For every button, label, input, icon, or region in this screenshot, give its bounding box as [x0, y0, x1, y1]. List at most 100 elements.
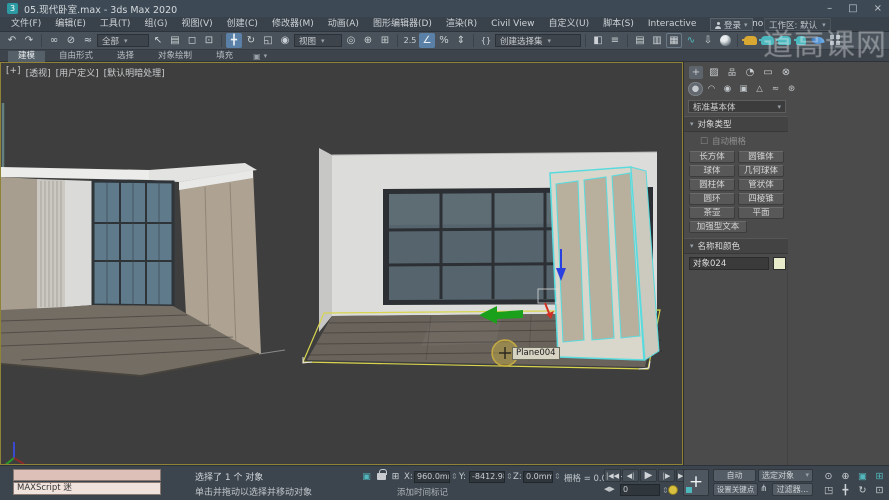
render-iterative-icon[interactable]: [793, 33, 809, 48]
maximize-viewport-toggle-icon[interactable]: ⊡: [871, 483, 888, 497]
menu-create[interactable]: 创建(C): [220, 17, 265, 32]
scene-explorer-icon[interactable]: ▤: [632, 33, 648, 48]
viewport-scene[interactable]: [1, 63, 682, 464]
tab-utilities[interactable]: ⊗: [779, 66, 793, 79]
ribbon-tab-modeling[interactable]: 建模: [8, 51, 45, 62]
menu-animation[interactable]: 动画(A): [321, 17, 366, 32]
tube-button[interactable]: 管状体: [738, 179, 784, 191]
zoom-extents-icon[interactable]: ▣: [854, 469, 871, 483]
open-autodesk-gallery-icon[interactable]: [827, 33, 843, 48]
mirror-icon[interactable]: ◧: [590, 33, 606, 48]
window-crossing-icon[interactable]: ⊡: [201, 33, 217, 48]
set-keys-button[interactable]: +: [683, 469, 709, 496]
macro-recorder-field[interactable]: [13, 469, 161, 481]
pyramid-button[interactable]: 四棱锥: [738, 193, 784, 205]
perspective-viewport[interactable]: [+] [透视] [用户定义] [默认明暗处理]: [0, 62, 683, 465]
ribbon-show-panels-dropdown[interactable]: ▣ ▾: [253, 52, 267, 61]
ribbon-tab-populate[interactable]: 填充: [206, 51, 243, 62]
y-spinner[interactable]: ⇕: [506, 472, 513, 481]
z-coordinate-field[interactable]: 0.0mm: [523, 471, 553, 483]
auto-key-button[interactable]: 自动: [713, 469, 756, 482]
menu-graph-editors[interactable]: 图形编辑器(D): [366, 17, 439, 32]
redo-icon[interactable]: ↷: [21, 33, 37, 48]
object-color-swatch[interactable]: [773, 257, 786, 270]
tab-display[interactable]: ▭: [761, 66, 775, 79]
plane-button[interactable]: 平面: [738, 207, 784, 219]
ribbon-tab-object-paint[interactable]: 对象绘制: [148, 51, 202, 62]
select-and-scale-icon[interactable]: ◱: [260, 33, 276, 48]
menu-file[interactable]: 文件(F): [4, 17, 48, 32]
select-and-manipulate-icon[interactable]: ⊕: [360, 33, 376, 48]
ribbon-tab-selection[interactable]: 选择: [107, 51, 144, 62]
maximize-button[interactable]: □: [848, 3, 857, 14]
angle-snap-icon[interactable]: ∠: [419, 33, 435, 48]
undo-icon[interactable]: ↶: [4, 33, 20, 48]
zoom-all-icon[interactable]: ⊕: [837, 469, 854, 483]
selection-set-dropdown[interactable]: 选定对象 ▾: [758, 469, 813, 482]
menu-scripting[interactable]: 脚本(S): [596, 17, 641, 32]
rollout-name-color[interactable]: ▾ 名称和颜色: [684, 238, 788, 254]
teapot-button[interactable]: 茶壶: [689, 207, 735, 219]
named-selection-sets-dropdown[interactable]: 创建选择集 ▾: [495, 34, 581, 47]
box-button[interactable]: 长方体: [689, 151, 735, 163]
selected-wall-panels[interactable]: [550, 167, 659, 360]
y-coordinate-field[interactable]: -8412.98: [469, 471, 505, 483]
reference-coordinate-dropdown[interactable]: 视图 ▾: [294, 34, 342, 47]
rollout-object-type[interactable]: ▾ 对象类型: [684, 116, 788, 132]
play-button[interactable]: ▶: [640, 469, 657, 482]
select-by-name-icon[interactable]: ▤: [167, 33, 183, 48]
left-building-model[interactable]: [1, 163, 285, 376]
cone-button[interactable]: 圆锥体: [738, 151, 784, 163]
torus-button[interactable]: 圆环: [689, 193, 735, 205]
menu-customize[interactable]: 自定义(U): [542, 17, 597, 32]
key-mode-toggle-icon[interactable]: [668, 485, 678, 495]
x-spinner[interactable]: ⇕: [451, 472, 458, 481]
x-coordinate-field[interactable]: 960.0mm: [414, 471, 450, 483]
viewport-menu-pov[interactable]: [透视]: [26, 66, 51, 79]
geosphere-button[interactable]: 几何球体: [738, 165, 784, 177]
tab-create[interactable]: +: [689, 66, 703, 79]
ribbon-toggle-icon[interactable]: ▦: [666, 33, 682, 48]
align-icon[interactable]: ≡: [607, 33, 623, 48]
menu-modifiers[interactable]: 修改器(M): [265, 17, 321, 32]
z-spinner[interactable]: ⇕: [554, 472, 561, 481]
minimize-button[interactable]: –: [827, 3, 832, 14]
select-and-link-icon[interactable]: ∞: [46, 33, 62, 48]
key-filters-icon[interactable]: ⋔: [760, 484, 768, 494]
menu-interactive[interactable]: Interactive: [641, 17, 703, 32]
viewport-menu-shading[interactable]: [默认明暗处理]: [104, 66, 165, 79]
orbit-icon[interactable]: ↻: [854, 483, 871, 497]
sphere-button[interactable]: 球体: [689, 165, 735, 177]
textplus-button[interactable]: 加强型文本: [689, 221, 747, 233]
cylinder-button[interactable]: 圆柱体: [689, 179, 735, 191]
menu-rendering[interactable]: 渲染(R): [439, 17, 484, 32]
rendered-frame-window-icon[interactable]: [759, 33, 775, 48]
pan-view-icon[interactable]: ╋: [837, 483, 854, 497]
render-setup-icon[interactable]: [742, 33, 758, 48]
category-systems-icon[interactable]: ⊛: [785, 83, 798, 95]
current-frame-field[interactable]: 0: [620, 484, 660, 496]
percent-snap-icon[interactable]: %: [436, 33, 452, 48]
schematic-view-icon[interactable]: ⇩: [700, 33, 716, 48]
render-production-icon[interactable]: [776, 33, 792, 48]
render-in-cloud-icon[interactable]: [810, 33, 826, 48]
selection-filter-dropdown[interactable]: 全部 ▾: [97, 34, 149, 47]
autogrid-checkbox[interactable]: □ 自动栅格: [684, 132, 889, 149]
snap-toggle-2-5d-icon[interactable]: 2.5: [402, 33, 418, 48]
category-spacewarps-icon[interactable]: ≈: [769, 83, 782, 95]
select-and-place-icon[interactable]: ◉: [277, 33, 293, 48]
layer-explorer-icon[interactable]: ▥: [649, 33, 665, 48]
key-step-toggle[interactable]: ◀▶: [604, 485, 615, 493]
menu-group[interactable]: 组(G): [137, 17, 174, 32]
select-object-icon[interactable]: ↖: [150, 33, 166, 48]
tab-modify[interactable]: ▨: [707, 66, 721, 79]
previous-frame-button[interactable]: ◀|: [622, 469, 639, 482]
set-key-mode-button[interactable]: 设置关键点: [713, 483, 758, 496]
category-lights-icon[interactable]: ◉: [721, 83, 734, 95]
next-frame-button[interactable]: |▶: [658, 469, 675, 482]
keyboard-shortcut-override-icon[interactable]: ⊞: [377, 33, 393, 48]
zoom-extents-all-icon[interactable]: ⊞: [871, 469, 888, 483]
select-and-rotate-icon[interactable]: ↻: [243, 33, 259, 48]
primitive-category-dropdown[interactable]: 标准基本体 ▾: [688, 100, 786, 113]
close-button[interactable]: ×: [874, 3, 882, 14]
